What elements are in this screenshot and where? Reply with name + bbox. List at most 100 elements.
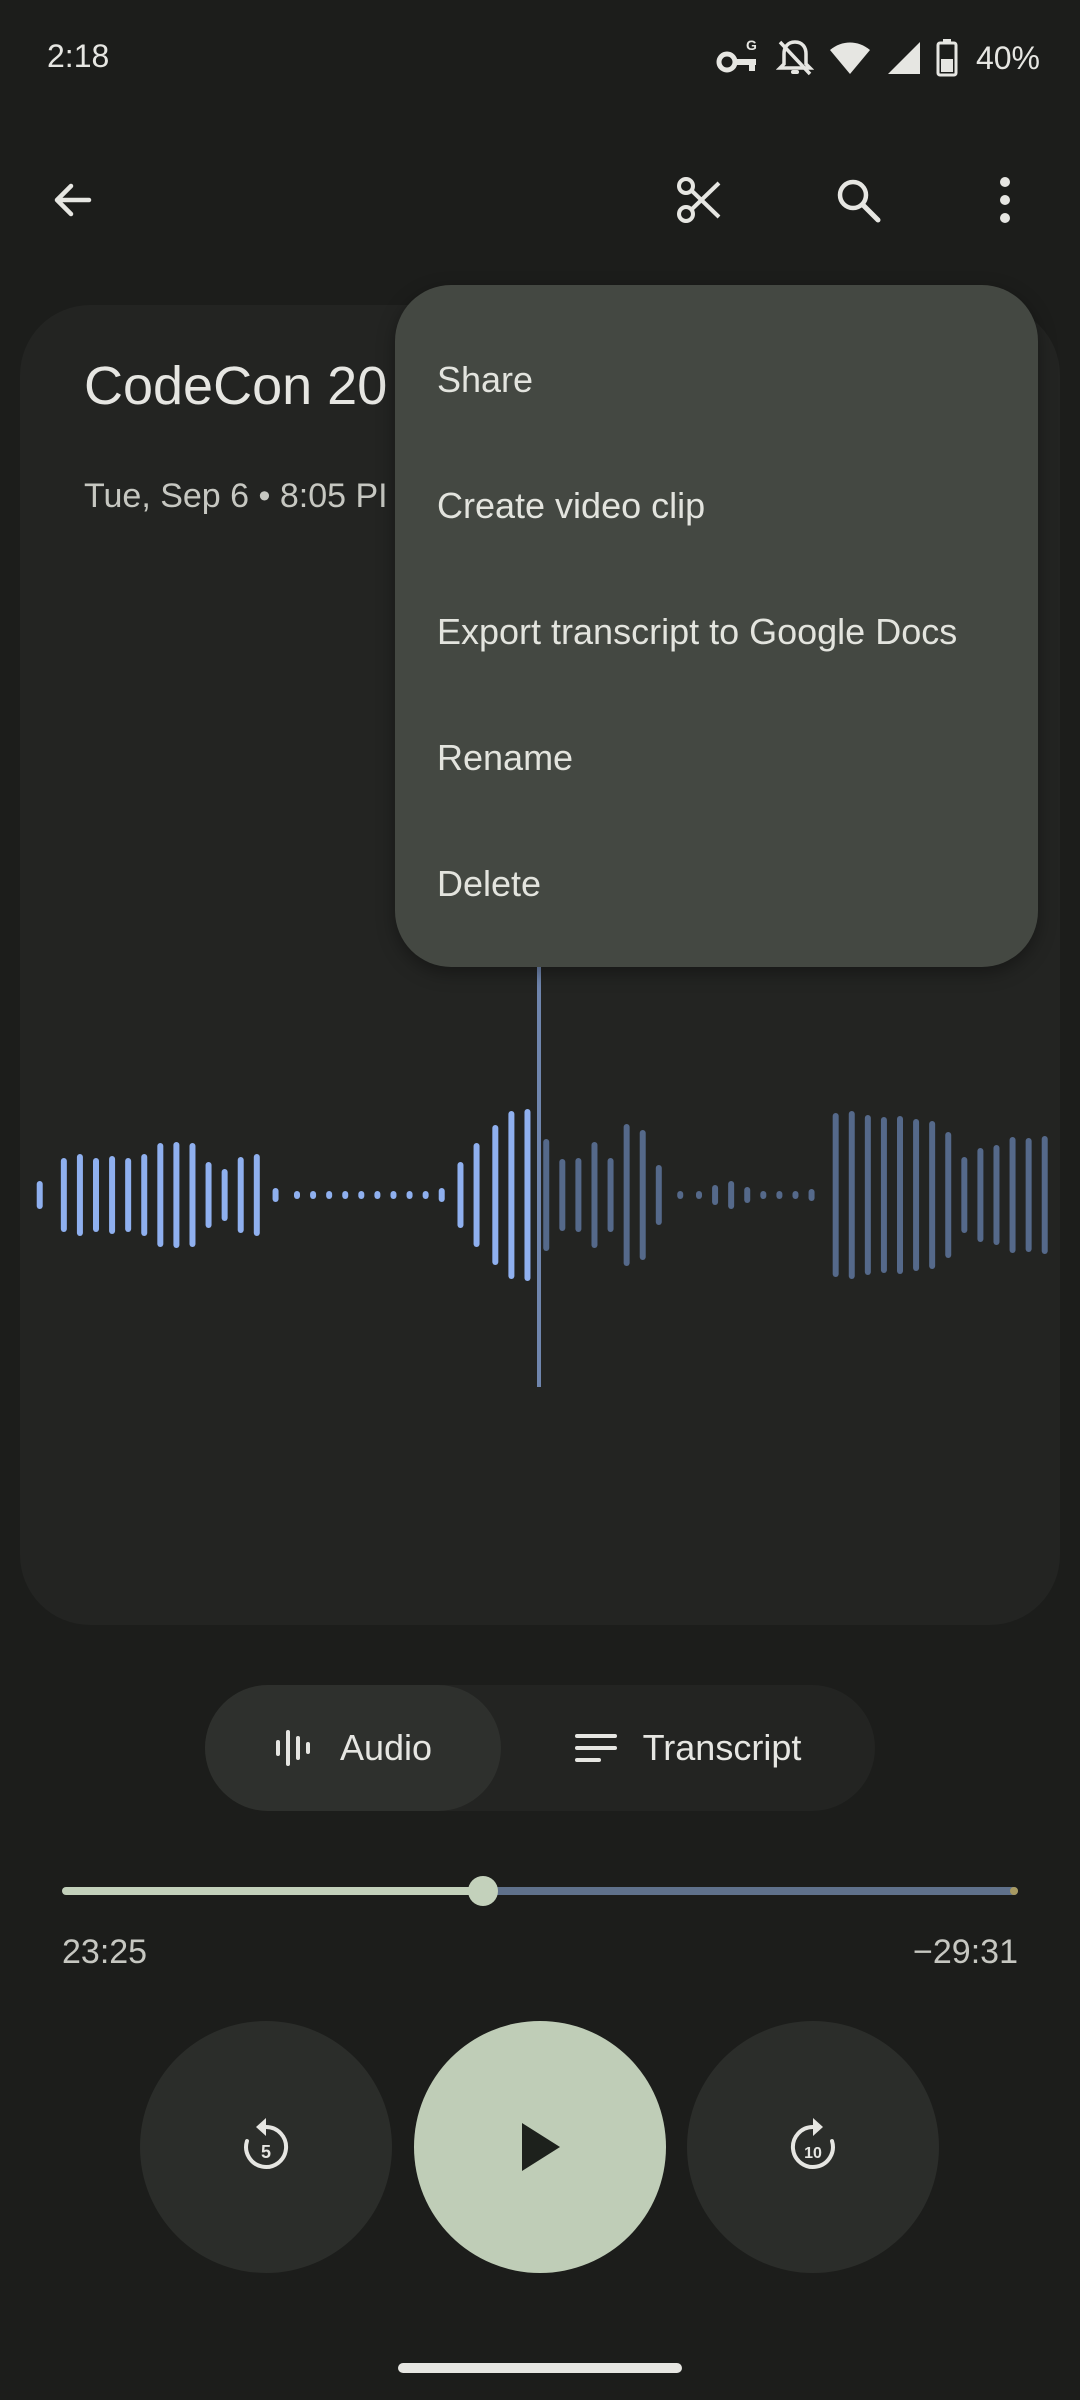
waveform-bar [76,1154,83,1236]
waveform-bar [977,1148,984,1242]
search-icon [837,179,881,223]
more-options-button[interactable] [960,155,1050,245]
waveform-bar [607,1158,614,1232]
waveform-bar [189,1143,196,1247]
waveform-bar [897,1116,903,1274]
waveform-bar [342,1191,349,1199]
playhead-line[interactable] [537,965,541,1387]
clip-button[interactable] [655,155,745,245]
seek-played-track [62,1887,475,1895]
seek-bar[interactable] [62,1876,1018,1906]
waveform-bar [36,1181,43,1209]
waveform-bar [221,1169,228,1221]
waveform-bar [677,1191,684,1199]
waveform-bar [655,1165,662,1225]
waveform-bar [945,1132,952,1258]
menu-item-export-transcript[interactable]: Export transcript to Google Docs [395,569,1038,695]
waveform-bar [358,1191,365,1199]
waveform-bar [60,1158,67,1232]
waveform-bar [559,1159,566,1231]
forward-button[interactable]: 10 [687,2021,939,2273]
search-button[interactable] [813,155,903,245]
waveform-bar [792,1191,799,1199]
status-bar: 2:18 G 40% [0,0,1080,120]
menu-item-rename[interactable]: Rename [395,695,1038,821]
seek-thumb[interactable] [468,1876,498,1906]
forward-seconds: 10 [804,2145,822,2162]
waveform-bar [492,1125,499,1265]
waveform-bar [374,1191,381,1199]
waveform-bar [993,1145,1000,1245]
waveform-bar [864,1115,871,1275]
waveform-bar [575,1158,582,1232]
transcript-tab[interactable]: Transcript [501,1685,875,1811]
menu-item-create-video-clip[interactable]: Create video clip [395,443,1038,569]
waveform-bar [848,1111,855,1279]
play-icon [522,2123,560,2171]
waveform-bar [173,1142,180,1248]
menu-item-share[interactable]: Share [395,317,1038,443]
top-app-bar [0,140,1080,260]
vpn-key-icon: G [716,38,757,73]
audio-tab[interactable]: Audio [205,1685,501,1811]
waveform-bar [929,1121,936,1269]
notifications-off-icon [775,40,814,76]
waveform-bar [205,1162,212,1228]
waveform-bar [109,1156,116,1234]
waveform-icon [275,1730,310,1766]
overflow-menu: Share Create video clip Export transcrip… [395,285,1038,967]
waveform-bar [832,1113,839,1277]
waveform-bar [1009,1137,1016,1253]
status-time: 2:18 [47,38,110,74]
seek-end-marker [1010,1887,1018,1895]
waveform-bar [272,1188,279,1202]
status-icons: G 40% [716,36,1040,80]
back-arrow-icon [54,183,92,217]
seek-remaining-track [491,1887,1018,1895]
signal-icon [887,42,920,74]
waveform-bar [390,1191,397,1199]
more-vert-icon [1000,177,1010,223]
forward-10-icon: 10 [790,2118,835,2169]
battery-icon [936,39,958,77]
waveform-bar [712,1185,719,1205]
transcript-lines-icon [574,1734,617,1762]
waveform-bar [591,1142,598,1248]
waveform-bar [1025,1138,1032,1252]
waveform-bar [141,1154,148,1236]
waveform-bar [961,1157,968,1233]
menu-item-delete[interactable]: Delete [395,821,1038,947]
waveform-bar [310,1191,317,1199]
back-button[interactable] [28,155,118,245]
waveform-bar [808,1189,815,1201]
waveform-bar [728,1181,735,1209]
waveform-bar [294,1191,300,1199]
waveform-bar [639,1130,646,1260]
rewind-button[interactable]: 5 [140,2021,392,2273]
elapsed-time: 23:25 [62,1933,148,1971]
waveform-bar [744,1187,751,1203]
waveform-bar [237,1157,244,1233]
waveform-bar [880,1117,887,1273]
waveform-bar [253,1154,260,1236]
waveform-bar [508,1111,515,1279]
waveform-bar [543,1139,550,1251]
waveform-bar [457,1162,464,1228]
scissors-icon [677,177,721,223]
waveform-bar [760,1191,767,1199]
transcript-tab-label: Transcript [642,1727,802,1768]
svg-text:G: G [746,38,757,53]
waveform-bar [1041,1136,1048,1254]
gesture-navigation-bar[interactable] [398,2363,682,2373]
play-button[interactable] [414,2021,666,2273]
waveform-bar [473,1143,480,1247]
waveform-bar [406,1191,413,1199]
waveform-bar [913,1119,920,1271]
wifi-icon [829,42,870,74]
replay-5-icon: 5 [244,2118,289,2169]
waveform-bar [125,1158,132,1232]
waveform-bar [157,1143,164,1247]
waveform-bar [524,1109,531,1281]
waveform-bar [776,1191,783,1199]
waveform-bar [623,1124,630,1266]
